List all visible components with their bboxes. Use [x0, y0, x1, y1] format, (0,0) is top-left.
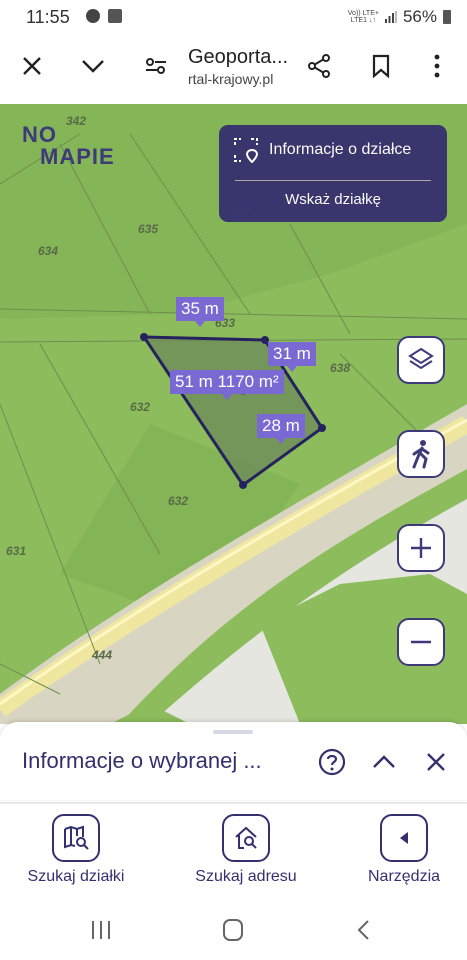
- na-mapie-logo: NO MAPIE: [22, 122, 114, 169]
- plus-icon: [411, 538, 431, 558]
- help-button[interactable]: [316, 746, 348, 778]
- back-icon[interactable]: [356, 920, 370, 940]
- parcel-info-label: Informacje o działce: [269, 141, 412, 158]
- bookmark-icon: [372, 54, 390, 78]
- parcel-number: 638: [330, 361, 351, 375]
- system-navigation-bar: [0, 900, 467, 960]
- search-address-icon-box: [222, 814, 270, 862]
- nav-search-parcel[interactable]: Szukaj działki: [6, 814, 146, 886]
- parcel-number: 634: [38, 244, 59, 258]
- measure-label-right: 31 m: [268, 342, 316, 372]
- status-bar: 11:55 Vo)) LTE+ LTE1 ↓↑ 56%: [0, 0, 467, 34]
- select-area-icon: [234, 138, 259, 163]
- parcel-number: 444: [92, 648, 113, 662]
- tools-icon-box: [380, 814, 428, 862]
- expand-button[interactable]: [368, 746, 400, 778]
- chevron-up-icon: [373, 755, 395, 768]
- signal-icon: [384, 11, 397, 23]
- measure-label-bottom: 28 m: [257, 414, 305, 444]
- chevron-down-icon: [82, 60, 104, 73]
- close-tab-button[interactable]: [12, 46, 52, 86]
- parcel-info-button[interactable]: Informacje o działce: [233, 137, 411, 163]
- indicate-parcel-button[interactable]: Wskaż działkę: [219, 191, 447, 208]
- battery-icon: [443, 10, 451, 24]
- nav-label: Narzędzia: [367, 868, 441, 885]
- pedestrian-icon: [412, 440, 430, 469]
- browser-toolbar: Geoporta... rtal-krajowy.pl: [0, 34, 467, 104]
- minus-icon: [411, 640, 431, 644]
- page-title: Geoporta...: [188, 46, 289, 68]
- close-icon: [427, 753, 445, 771]
- more-options-button[interactable]: [417, 46, 457, 86]
- share-icon: [308, 54, 330, 78]
- info-sheet[interactable]: Informacje o wybranej ...: [0, 722, 467, 800]
- close-icon: [23, 57, 41, 75]
- logo-text-2: MAPIE: [40, 144, 115, 169]
- page-url: rtal-krajowy.pl: [188, 71, 274, 87]
- parcel-number: 632: [130, 400, 151, 414]
- parcel-info-panel: Informacje o działce Wskaż działkę: [219, 125, 447, 222]
- lte-indicator: Vo)) LTE+ LTE1 ↓↑: [347, 10, 379, 24]
- parcel-number: 632: [168, 494, 189, 508]
- layers-button[interactable]: [397, 336, 445, 384]
- status-right: Vo)) LTE+ LTE1 ↓↑ 56%: [348, 7, 451, 27]
- zoom-out-button[interactable]: [397, 618, 445, 666]
- site-settings-button[interactable]: [136, 46, 176, 86]
- gallery-icon: [108, 9, 122, 23]
- battery-percent: 56%: [402, 7, 437, 26]
- parcel-number: 342: [66, 114, 87, 128]
- nav-search-address[interactable]: Szukaj adresu: [176, 814, 316, 886]
- bookmark-button[interactable]: [361, 46, 401, 86]
- parcel-number: 631: [6, 544, 27, 558]
- nav-tools[interactable]: Narzędzia: [334, 814, 467, 886]
- divider: [235, 180, 431, 181]
- home-icon[interactable]: [222, 918, 244, 942]
- page-title-area[interactable]: Geoporta... rtal-krajowy.pl: [188, 46, 308, 87]
- sheet-title: Informacje o wybranej ...: [22, 748, 262, 773]
- measure-label-area: 51 m 1170 m²: [170, 370, 284, 400]
- measure-label-top: 35 m: [176, 297, 224, 327]
- nav-label: Szukaj działki: [27, 868, 125, 885]
- walk-mode-button[interactable]: [397, 430, 445, 478]
- search-parcel-icon-box: [52, 814, 100, 862]
- nav-label: Szukaj adresu: [195, 868, 297, 885]
- layers-icon: [408, 347, 434, 370]
- map-search-icon: [64, 825, 89, 850]
- caret-left-icon: [400, 832, 408, 844]
- home-search-icon: [235, 826, 257, 849]
- tune-icon: [146, 58, 166, 74]
- bottom-navigation: Szukaj działki Szukaj adresu Narzędzia: [0, 804, 467, 900]
- more-vert-icon: [434, 54, 440, 78]
- minimize-button[interactable]: [73, 46, 113, 86]
- facebook-icon: [86, 9, 100, 23]
- drag-handle[interactable]: [213, 730, 253, 734]
- close-sheet-button[interactable]: [420, 746, 452, 778]
- help-icon: [318, 748, 346, 776]
- share-button[interactable]: [299, 46, 339, 86]
- zoom-in-button[interactable]: [397, 524, 445, 572]
- recent-apps-icon[interactable]: [90, 920, 112, 940]
- clock: 11:55: [26, 7, 70, 27]
- map-view[interactable]: 342 634 635 639 633 638 632 632 631 444 …: [0, 104, 467, 724]
- parcel-number: 635: [138, 222, 159, 236]
